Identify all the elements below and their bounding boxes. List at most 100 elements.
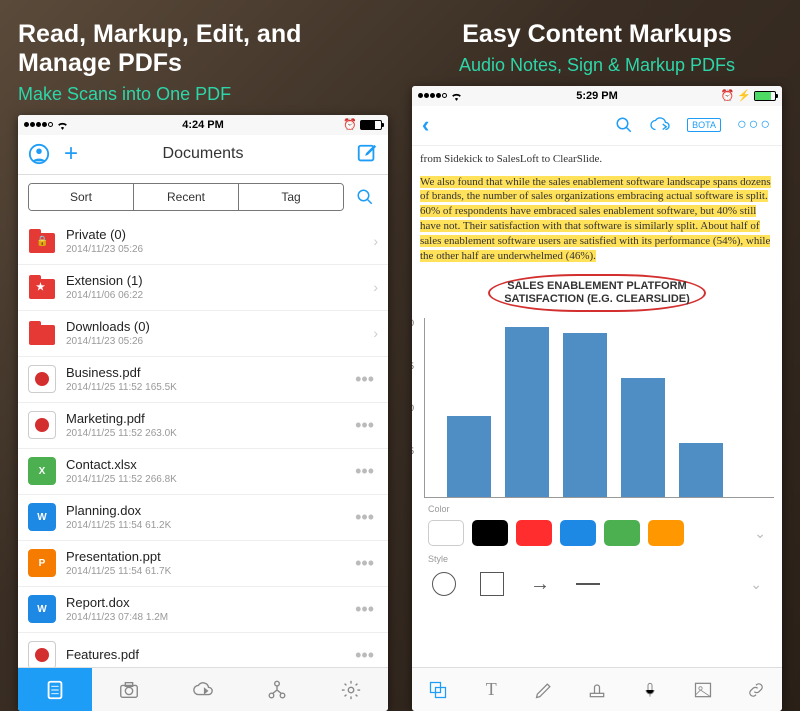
more-icon[interactable]: ••• <box>351 553 378 574</box>
tool-pen[interactable] <box>518 668 571 711</box>
tool-image[interactable] <box>676 668 729 711</box>
color-swatch[interactable] <box>428 520 464 546</box>
row-meta: 2014/11/25 11:52 266.8K <box>66 474 351 485</box>
chevron-right-icon[interactable]: › <box>373 279 378 295</box>
row-title: Report.dox <box>66 595 351 610</box>
segment-tag[interactable]: Tag <box>239 184 343 210</box>
battery-icon <box>360 120 382 130</box>
file-row[interactable]: XContact.xlsx2014/11/25 11:52 266.8K••• <box>18 449 388 495</box>
ppt-file-icon: P <box>28 549 56 577</box>
pdf-file-icon <box>28 365 56 393</box>
status-time: 5:29 PM <box>576 90 618 102</box>
folder-row[interactable]: ★Extension (1)2014/11/06 06:22› <box>18 265 388 311</box>
tool-stamp[interactable] <box>571 668 624 711</box>
chart-bar <box>563 333 607 497</box>
row-meta: 2014/11/25 11:54 61.2K <box>66 520 351 531</box>
alarm-icon: ⏰ <box>343 118 357 131</box>
chart-title-line1: SALES ENABLEMENT PLATFORM <box>504 280 690 293</box>
nav-bar: ‹ BOTA ○○○ <box>412 106 782 146</box>
add-icon[interactable]: + <box>64 140 78 168</box>
shape-line-icon[interactable] <box>576 572 600 596</box>
more-icon[interactable]: ○○○ <box>737 116 772 134</box>
chevron-right-icon[interactable]: › <box>373 325 378 341</box>
tool-link[interactable] <box>729 668 782 711</box>
back-icon[interactable]: ‹ <box>422 112 429 138</box>
file-row[interactable]: WPlanning.dox2014/11/25 11:54 61.2K••• <box>18 495 388 541</box>
search-icon[interactable] <box>352 188 378 206</box>
cloud-share-icon[interactable] <box>649 116 671 134</box>
color-swatch[interactable] <box>560 520 596 546</box>
folder-row[interactable]: 🔒Private (0)2014/11/23 05:26› <box>18 219 388 265</box>
section-label-style: Style <box>420 552 774 564</box>
tool-shapes[interactable] <box>412 668 465 711</box>
search-icon[interactable] <box>615 116 633 134</box>
document-list[interactable]: 🔒Private (0)2014/11/23 05:26›★Extension … <box>18 219 388 668</box>
segment-recent[interactable]: Recent <box>134 184 239 210</box>
chart-y-axis: 604530150 <box>412 318 422 498</box>
wifi-icon <box>450 91 463 101</box>
status-time: 4:24 PM <box>182 119 224 131</box>
pdf-file-icon <box>28 641 56 667</box>
bota-badge-icon[interactable]: BOTA <box>687 118 721 132</box>
shape-square-icon[interactable] <box>480 572 504 596</box>
tab-settings[interactable] <box>314 668 388 711</box>
row-title: Contact.xlsx <box>66 457 351 472</box>
alarm-icon: ⏰ <box>721 89 735 102</box>
more-icon[interactable]: ••• <box>351 369 378 390</box>
tab-documents[interactable] <box>18 668 92 711</box>
shape-arrow-icon[interactable]: → <box>528 572 552 596</box>
wifi-icon <box>56 120 69 130</box>
row-title: Planning.dox <box>66 503 351 518</box>
row-title: Business.pdf <box>66 365 351 380</box>
bar-chart <box>424 318 774 498</box>
status-bar: 5:29 PM ⏰ ⚡ <box>412 86 782 106</box>
shape-circle-icon[interactable] <box>432 572 456 596</box>
file-row[interactable]: Features.pdf••• <box>18 633 388 668</box>
chart-bar <box>505 327 549 497</box>
chart-bar <box>679 443 723 497</box>
row-meta: 2014/11/25 11:52 263.0K <box>66 428 351 439</box>
tab-camera[interactable] <box>92 668 166 711</box>
tool-audio[interactable] <box>623 668 676 711</box>
folder-row[interactable]: Downloads (0)2014/11/23 05:26› <box>18 311 388 357</box>
tab-cloud[interactable] <box>166 668 240 711</box>
more-icon[interactable]: ••• <box>351 461 378 482</box>
row-title: Presentation.ppt <box>66 549 351 564</box>
segment-sort[interactable]: Sort <box>29 184 134 210</box>
row-title: Features.pdf <box>66 647 351 662</box>
chevron-down-icon[interactable]: ⌄ <box>754 525 766 542</box>
file-row[interactable]: W Report.dox 2014/11/23 07:48 1.2M••• <box>18 587 388 633</box>
tool-text[interactable]: T <box>465 668 518 711</box>
row-title: Marketing.pdf <box>66 411 351 426</box>
row-meta: 2014/11/25 11:52 165.5K <box>66 382 351 393</box>
tab-share[interactable] <box>240 668 314 711</box>
chevron-right-icon[interactable]: › <box>373 233 378 249</box>
more-icon[interactable]: ••• <box>351 599 378 620</box>
segment-row: Sort Recent Tag <box>18 175 388 219</box>
color-swatch[interactable] <box>472 520 508 546</box>
profile-icon[interactable] <box>28 143 50 165</box>
row-title: Downloads (0) <box>66 319 373 334</box>
row-title: Private (0) <box>66 227 373 242</box>
docx-file-icon: W <box>28 595 56 623</box>
row-meta: 2014/11/23 07:48 1.2M <box>66 612 351 623</box>
section-label-color: Color <box>420 502 774 514</box>
document-viewer[interactable]: from Sidekick to SalesLoft to ClearSlide… <box>412 146 782 667</box>
more-icon[interactable]: ••• <box>351 507 378 528</box>
color-swatch[interactable] <box>516 520 552 546</box>
segment-control[interactable]: Sort Recent Tag <box>28 183 344 211</box>
chart-bar <box>621 378 665 497</box>
more-icon[interactable]: ••• <box>351 415 378 436</box>
compose-icon[interactable] <box>356 143 378 165</box>
markup-toolbar: T <box>412 667 782 711</box>
battery-icon <box>754 91 776 101</box>
file-row[interactable]: PPresentation.ppt2014/11/25 11:54 61.7K•… <box>18 541 388 587</box>
file-row[interactable]: Business.pdf 2014/11/25 11:52 165.5K••• <box>18 357 388 403</box>
color-swatch[interactable] <box>648 520 684 546</box>
chart-bar <box>447 416 491 497</box>
style-palette: → ⌄ <box>420 564 774 604</box>
color-swatch[interactable] <box>604 520 640 546</box>
file-row[interactable]: Marketing.pdf 2014/11/25 11:52 263.0K••• <box>18 403 388 449</box>
more-icon[interactable]: ••• <box>351 645 378 666</box>
chevron-down-icon[interactable]: ⌄ <box>750 576 762 593</box>
